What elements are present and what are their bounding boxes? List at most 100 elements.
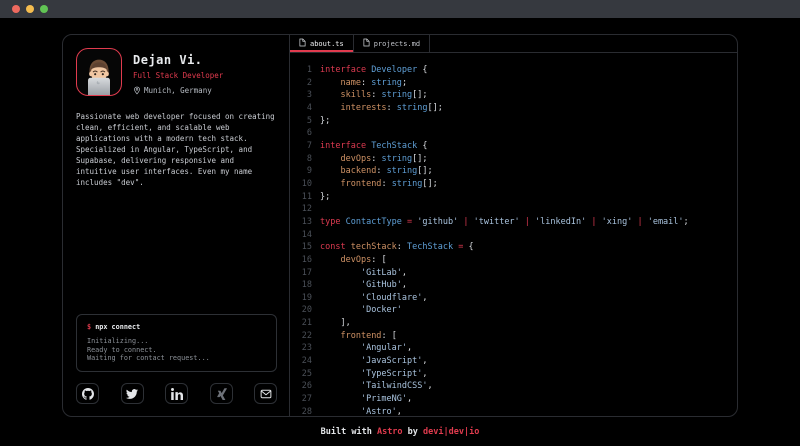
terminal-output-line: Initializing... xyxy=(87,337,266,346)
code-line: 14 xyxy=(297,229,737,242)
code-line: 24 'JavaScript', xyxy=(297,355,737,368)
code-line: 28 'Astro', xyxy=(297,406,737,416)
code-line-content: 'JavaScript', xyxy=(320,355,428,368)
code-line-content: 'GitLab', xyxy=(320,267,407,280)
code-line: 18 'GitHub', xyxy=(297,279,737,292)
footer: Built with Astro by devi|dev|io xyxy=(0,417,800,446)
email-link[interactable] xyxy=(254,383,277,404)
profile-location: Munich, Germany xyxy=(133,86,223,95)
file-icon xyxy=(363,38,370,49)
social-links xyxy=(76,383,277,404)
twitter-link[interactable] xyxy=(121,383,144,404)
xing-link[interactable] xyxy=(210,383,233,404)
line-number: 27 xyxy=(297,393,312,406)
code-line-content: frontend: [ xyxy=(320,330,397,343)
terminal-prompt: $ xyxy=(87,323,91,331)
code-line: 20 'Docker' xyxy=(297,304,737,317)
code-line: 12 xyxy=(297,203,737,216)
terminal-box: $ npx connect Initializing...Ready to co… xyxy=(76,314,277,372)
tab-label: about.ts xyxy=(310,40,344,48)
location-text: Munich, Germany xyxy=(144,86,212,95)
line-number: 12 xyxy=(297,203,312,216)
minimize-window-button[interactable] xyxy=(26,5,34,13)
footer-link[interactable]: devi|dev|io xyxy=(423,427,479,437)
close-window-button[interactable] xyxy=(12,5,20,13)
code-line: 13 type ContactType = 'github' | 'twitter… xyxy=(297,216,737,229)
code-line-content: 'GitHub', xyxy=(320,279,407,292)
code-line: 9 backend: string[]; xyxy=(297,165,737,178)
code-line-content: }; xyxy=(320,191,330,204)
code-line-content: devOps: [ xyxy=(320,254,387,267)
github-link[interactable] xyxy=(76,383,99,404)
code-line-content: 'Docker' xyxy=(320,304,402,317)
code-line-content: type ContactType = 'github' | 'twitter' … xyxy=(320,216,689,229)
line-number: 23 xyxy=(297,342,312,355)
code-line-content: frontend: string[]; xyxy=(320,178,438,191)
terminal-output-line: Ready to connect. xyxy=(87,346,266,355)
code-line: 3 skills: string[]; xyxy=(297,89,737,102)
tab-projects-md[interactable]: projects.md xyxy=(354,35,430,52)
code-line-content: const techStack: TechStack = { xyxy=(320,241,474,254)
line-number: 7 xyxy=(297,140,312,153)
footer-link[interactable]: Astro xyxy=(377,427,403,437)
code-line-content: 'PrimeNG', xyxy=(320,393,412,406)
code-line: 2 name: string; xyxy=(297,77,737,90)
line-number: 21 xyxy=(297,317,312,330)
line-number: 8 xyxy=(297,153,312,166)
code-line: 10 frontend: string[]; xyxy=(297,178,737,191)
line-number: 10 xyxy=(297,178,312,191)
editor-tabbar: about.ts projects.md xyxy=(290,35,737,53)
xing-icon xyxy=(215,388,227,400)
line-number: 15 xyxy=(297,241,312,254)
line-number: 4 xyxy=(297,102,312,115)
terminal-output: Initializing...Ready to connect.Waiting … xyxy=(87,337,266,363)
line-number: 1 xyxy=(297,64,312,77)
twitter-icon xyxy=(126,388,138,400)
code-line: 27 'PrimeNG', xyxy=(297,393,737,406)
line-number: 20 xyxy=(297,304,312,317)
line-number: 28 xyxy=(297,406,312,416)
code-line-content: }; xyxy=(320,115,330,128)
code-line-content: ], xyxy=(320,317,351,330)
code-line-content: 'Angular', xyxy=(320,342,412,355)
footer-text-part: Built with xyxy=(321,427,377,437)
footer-text-part: by xyxy=(403,427,423,437)
line-number: 6 xyxy=(297,127,312,140)
linkedin-icon xyxy=(171,388,183,400)
line-number: 13 xyxy=(297,216,312,229)
code-line: 11}; xyxy=(297,191,737,204)
line-number: 5 xyxy=(297,115,312,128)
linkedin-link[interactable] xyxy=(165,383,188,404)
terminal-command: npx connect xyxy=(95,323,140,331)
code-line-content: 'Astro', xyxy=(320,406,402,416)
code-line: 5}; xyxy=(297,115,737,128)
code-editor: about.tsprojects.md 1interface Developer… xyxy=(290,35,737,416)
line-number: 26 xyxy=(297,380,312,393)
page-body: Dejan Vi. Full Stack Developer Munich, G… xyxy=(0,18,800,417)
terminal-command-line: $ npx connect xyxy=(87,323,266,331)
code-line: 6 xyxy=(297,127,737,140)
line-number: 3 xyxy=(297,89,312,102)
footer-text: Built with Astro by devi|dev|io xyxy=(321,427,480,437)
code-line: 7interface TechStack { xyxy=(297,140,737,153)
code-line: 8 devOps: string[]; xyxy=(297,153,737,166)
tab-about-ts[interactable]: about.ts xyxy=(290,35,354,52)
line-number: 9 xyxy=(297,165,312,178)
window-titlebar xyxy=(0,0,800,18)
line-number: 11 xyxy=(297,191,312,204)
code-line-content: name: string; xyxy=(320,77,407,90)
code-area: 1interface Developer {2 name: string;3 s… xyxy=(290,53,737,416)
maximize-window-button[interactable] xyxy=(40,5,48,13)
code-line: 25 'TypeScript', xyxy=(297,368,737,381)
profile-bio: Passionate web developer focused on crea… xyxy=(76,111,277,188)
code-line: 26 'TailwindCSS', xyxy=(297,380,737,393)
portfolio-card: Dejan Vi. Full Stack Developer Munich, G… xyxy=(62,34,738,417)
line-number: 2 xyxy=(297,77,312,90)
line-number: 17 xyxy=(297,267,312,280)
avatar xyxy=(76,48,122,96)
email-icon xyxy=(260,388,272,400)
line-number: 22 xyxy=(297,330,312,343)
code-line-content: skills: string[]; xyxy=(320,89,428,102)
file-icon xyxy=(299,38,306,49)
code-line: 22 frontend: [ xyxy=(297,330,737,343)
